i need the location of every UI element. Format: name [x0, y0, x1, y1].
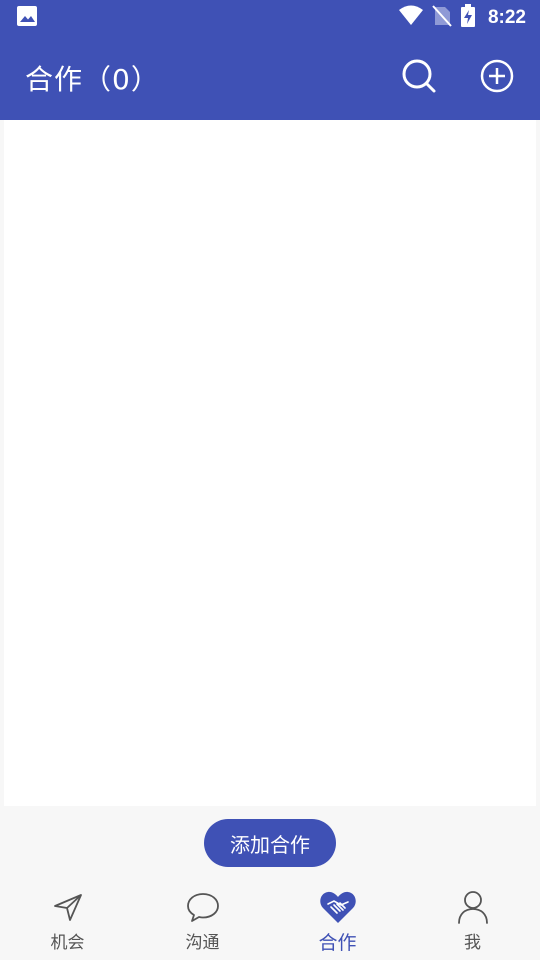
send-icon — [49, 888, 87, 926]
add-cooperation-button[interactable]: 添加合作 — [204, 819, 336, 867]
no-sim-icon — [432, 5, 452, 31]
nav-item-cooperation[interactable]: 合作 — [270, 880, 405, 960]
nav-item-me[interactable]: 我 — [405, 880, 540, 960]
add-circle-icon — [479, 58, 515, 98]
nav-label: 合作 — [318, 932, 357, 954]
bottom-nav: 机会 沟通 合作 我 — [0, 880, 540, 960]
nav-label: 机会 — [50, 933, 85, 953]
nav-item-opportunity[interactable]: 机会 — [0, 880, 135, 960]
nav-label: 我 — [464, 933, 481, 953]
page-title: 合作（0） — [25, 63, 160, 96]
nav-label: 沟通 — [185, 933, 220, 953]
chat-bubble-icon — [184, 888, 222, 926]
add-button[interactable] — [478, 59, 516, 97]
image-icon — [16, 5, 38, 31]
person-icon — [454, 888, 492, 926]
nav-item-communication[interactable]: 沟通 — [135, 880, 270, 960]
search-icon — [401, 58, 437, 98]
wifi-icon — [398, 5, 424, 31]
status-bar: 8:22 — [0, 0, 540, 36]
search-button[interactable] — [400, 59, 438, 97]
cooperation-list — [4, 120, 536, 806]
battery-charging-icon — [460, 4, 476, 32]
handshake-heart-icon — [319, 888, 357, 926]
status-time: 8:22 — [487, 7, 526, 28]
app-bar: 合作（0） — [0, 36, 540, 120]
